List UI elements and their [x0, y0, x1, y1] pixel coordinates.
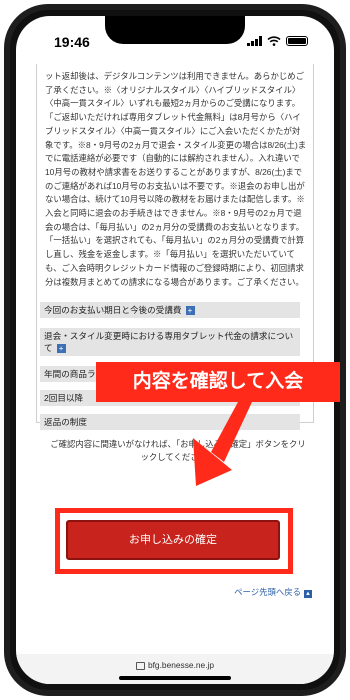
address-bar[interactable]: bfg.benesse.ne.jp: [16, 660, 334, 670]
url-text: bfg.benesse.ne.jp: [147, 660, 215, 670]
accordion-label: 今回のお支払い期日と今後の受講費: [44, 305, 182, 315]
plus-icon: +: [185, 306, 195, 316]
status-icons: [247, 36, 308, 46]
home-indicator: [119, 676, 231, 680]
signal-icon: [247, 36, 262, 46]
arrow-up-icon: ▲: [304, 590, 312, 598]
page-top-link[interactable]: ページ先頭へ戻る ▲: [234, 586, 312, 598]
page-content: ット返却後は、デジタルコンテンツは利用できません。あらかじめご了承ください。※〈…: [16, 64, 334, 658]
confirm-instruction: ご確認内容に間違いがなければ、「お申し込みの確定」ボタンをクリックしてください。: [50, 439, 306, 462]
status-time: 19:46: [54, 34, 90, 50]
battery-icon: [286, 36, 308, 46]
terms-paragraph: ット返却後は、デジタルコンテンツは利用できません。あらかじめご了承ください。※〈…: [45, 71, 307, 287]
accordion-label: 返品の制度: [44, 417, 87, 427]
browser-bottom-bar: bfg.benesse.ne.jp: [16, 654, 334, 684]
page-top-label: ページ先頭へ戻る: [234, 587, 301, 597]
plus-icon: +: [56, 344, 66, 354]
wifi-icon: [267, 36, 281, 46]
screen: 19:46 ット返却後は、デジタルコンテンツは利用できません。あらかじめご了承く…: [16, 16, 334, 684]
accordion-label: 退会・スタイル変更時における専用タブレット代金の請求について: [44, 331, 294, 353]
accordion-payment-deadline[interactable]: 今回のお支払い期日と今後の受講費 +: [40, 302, 300, 318]
confirm-application-button[interactable]: お申し込みの確定: [66, 520, 280, 560]
notch: [105, 16, 245, 44]
status-bar: 19:46: [16, 16, 334, 64]
accordion-returns[interactable]: 返品の制度: [40, 414, 300, 430]
accordion-label: 2回目以降: [44, 393, 84, 403]
annotation-callout: 内容を確認して入会: [96, 362, 340, 402]
lock-icon: [135, 661, 145, 670]
accordion-tablet-fee[interactable]: 退会・スタイル変更時における専用タブレット代金の請求について +: [40, 328, 300, 356]
